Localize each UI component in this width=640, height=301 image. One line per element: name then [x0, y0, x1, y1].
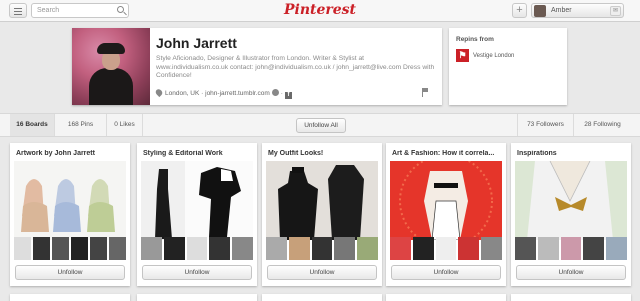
unfollow-all-button[interactable]: Unfollow All [296, 118, 346, 133]
profile-website-link[interactable]: john-jarrett.tumblr.com [205, 90, 270, 97]
board-cover-image[interactable] [266, 161, 378, 240]
board-thumbnails[interactable] [141, 237, 253, 260]
report-flag-icon[interactable] [422, 88, 428, 97]
profile-location-row: London, UK · john-jarrett.tumblr.com · f [154, 87, 292, 99]
board-card[interactable]: Artwork by John Jarrett Unfollow [10, 143, 130, 286]
tab-likes[interactable]: 0 Likes [107, 114, 143, 136]
tab-boards[interactable]: 16 Boards [10, 114, 55, 136]
board-card[interactable]: Inspirations Unfollow [511, 143, 631, 286]
board-title[interactable]: Artwork by John Jarrett [16, 150, 126, 157]
tab-following[interactable]: 28 Following [573, 114, 631, 136]
messages-icon[interactable]: ✉ [610, 6, 621, 16]
globe-icon [271, 89, 279, 96]
board-card[interactable]: Art & Fashion: How it correla... Unfollo… [386, 143, 506, 286]
tab-pins[interactable]: 168 Pins [55, 114, 107, 136]
board-card[interactable]: Styling & Editorial Work Unfollow [137, 143, 257, 286]
board-thumbnails[interactable] [266, 237, 378, 260]
profile-name: John Jarrett [156, 35, 237, 51]
repin-source-name[interactable]: Vestige London [473, 53, 514, 59]
board-card[interactable] [10, 294, 130, 301]
board-cover-image[interactable] [515, 161, 627, 240]
profile-location: London, UK [165, 90, 200, 97]
user-name: Amber [551, 7, 572, 14]
board-thumbnails[interactable] [515, 237, 627, 260]
unfollow-board-button[interactable]: Unfollow [391, 265, 501, 280]
add-pin-button[interactable]: + [512, 3, 527, 18]
profile-stats-bar: 16 Boards 168 Pins 0 Likes Unfollow All … [0, 113, 640, 137]
user-menu-button[interactable]: Amber ✉ [531, 3, 624, 18]
board-title[interactable]: My Outfit Looks! [268, 150, 378, 157]
profile-photo [72, 28, 150, 105]
unfollow-board-button[interactable]: Unfollow [267, 265, 377, 280]
board-card[interactable] [386, 294, 506, 301]
top-bar: Search Pinterest + Amber ✉ [0, 0, 640, 22]
board-card[interactable] [511, 294, 631, 301]
board-card[interactable]: My Outfit Looks! Unfollow [262, 143, 382, 286]
board-cover-image[interactable] [141, 161, 253, 240]
avatar [534, 5, 546, 17]
board-title[interactable]: Art & Fashion: How it correla... [392, 150, 502, 157]
tab-followers[interactable]: 73 Followers [517, 114, 573, 136]
board-card[interactable] [137, 294, 257, 301]
profile-card: John Jarrett Style Aficionado, Designer … [72, 28, 442, 105]
board-title[interactable]: Styling & Editorial Work [143, 150, 253, 157]
unfollow-board-button[interactable]: Unfollow [15, 265, 125, 280]
board-thumbnails[interactable] [390, 237, 502, 260]
board-cover-image[interactable] [390, 161, 502, 240]
repins-card: Repins from ⚑ Vestige London [449, 28, 567, 105]
board-cover-image[interactable] [14, 161, 126, 240]
profile-bio: Style Aficionado, Designer & Illustrator… [156, 55, 435, 80]
repin-source-icon[interactable]: ⚑ [456, 49, 469, 62]
facebook-icon[interactable]: f [284, 92, 292, 99]
board-thumbnails[interactable] [14, 237, 126, 260]
repins-title: Repins from [456, 36, 494, 43]
board-card[interactable] [262, 294, 382, 301]
location-pin-icon [154, 87, 164, 98]
board-title[interactable]: Inspirations [517, 150, 627, 157]
unfollow-board-button[interactable]: Unfollow [142, 265, 252, 280]
unfollow-board-button[interactable]: Unfollow [516, 265, 626, 280]
